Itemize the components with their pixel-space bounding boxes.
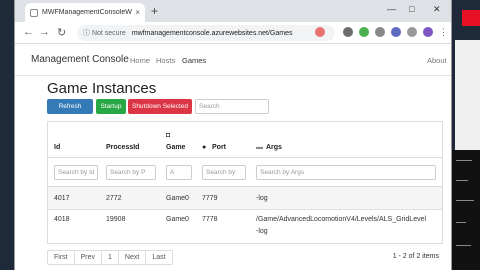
profile-avatar[interactable] — [423, 27, 433, 37]
pagination: First Prev 1 Next Last — [47, 250, 173, 265]
extension-icon[interactable] — [315, 27, 325, 37]
nav-games[interactable]: Games — [182, 56, 206, 65]
filter-args-input[interactable]: Search by Args — [256, 165, 436, 180]
nav-about[interactable]: About — [427, 56, 447, 65]
pager-next[interactable]: Next — [119, 251, 147, 264]
minimize-button[interactable]: — — [387, 4, 396, 14]
page-title: Game Instances — [47, 80, 157, 97]
brand-link[interactable]: Management Console — [31, 54, 129, 65]
pager-prev[interactable]: Prev — [75, 251, 103, 264]
extension-icon[interactable] — [391, 27, 401, 37]
table-row[interactable]: 4018 19908 Game0 7778 /Game/AdvancedLoco… — [48, 210, 442, 243]
browser-tab[interactable]: MWFManagementConsoleWebApp × — [25, 3, 145, 22]
main-content: Game Instances Refresh Startup Shutdown … — [15, 76, 451, 270]
forward-icon[interactable]: → — [39, 26, 50, 38]
shutdown-selected-button[interactable]: Shutdown Selected — [128, 99, 192, 114]
background-window — [455, 40, 480, 150]
cell-port: 7778 — [202, 216, 218, 223]
background-window-close[interactable] — [462, 10, 480, 26]
pager-info: 1 - 2 of 2 items — [392, 253, 439, 260]
browser-window: MWFManagementConsoleWebApp × + — □ ✕ ← →… — [14, 0, 452, 270]
extensions-puzzle-icon[interactable] — [407, 27, 417, 37]
search-input[interactable]: Search — [195, 99, 269, 114]
extension-icon[interactable] — [375, 27, 385, 37]
refresh-button[interactable]: Refresh — [47, 99, 93, 114]
nav-hosts[interactable]: Hosts — [156, 56, 175, 65]
maximize-button[interactable]: □ — [409, 4, 414, 14]
gamepad-icon: ◘ — [166, 132, 171, 139]
col-header-game[interactable]: Game — [166, 144, 185, 151]
new-tab-button[interactable]: + — [151, 4, 158, 18]
nav-home[interactable]: Home — [130, 56, 150, 65]
startup-button[interactable]: Startup — [96, 99, 126, 114]
col-header-args[interactable]: Args — [266, 144, 282, 151]
col-header-processid[interactable]: ProcessId — [106, 144, 139, 151]
filter-id-input[interactable]: Search by Id — [54, 165, 98, 180]
filter-row: Search by Id Search by P A Search by Sea… — [48, 158, 442, 187]
security-label: Not secure — [91, 29, 126, 37]
background-terminal — [452, 150, 480, 270]
pager-first[interactable]: First — [48, 251, 75, 264]
page-favicon-icon — [30, 8, 38, 17]
cell-args: /Game/AdvancedLocomotionV4/Levels/ALS_Gr… — [256, 216, 427, 223]
col-header-id[interactable]: Id — [54, 144, 60, 151]
filter-processid-input[interactable]: Search by P — [106, 165, 156, 180]
menu-kebab-icon[interactable]: ⋮ — [439, 27, 448, 38]
extension-icon[interactable] — [359, 27, 369, 37]
tab-close-icon[interactable]: × — [135, 8, 140, 17]
args-icon: ▬ — [256, 144, 263, 151]
app-navbar: Management Console Home Hosts Games Abou… — [15, 44, 451, 76]
cell-args: -log — [256, 195, 268, 202]
cell-game: Game0 — [166, 195, 189, 202]
cell-game: Game0 — [166, 216, 189, 223]
tab-strip: MWFManagementConsoleWebApp × + — □ ✕ — [15, 0, 451, 22]
url-text: mwfmanagementconsole.azurewebsites.net/G… — [131, 29, 293, 37]
table-row[interactable]: 4017 2772 Game0 7779 -log — [48, 187, 442, 210]
tab-title: MWFManagementConsoleWebApp — [42, 9, 132, 16]
cell-id: 4017 — [54, 195, 70, 202]
table-header-row: Id ProcessId ◘ Game ● Port ▬ Args — [48, 122, 442, 158]
filter-port-input[interactable]: Search by — [202, 165, 246, 180]
reload-icon[interactable]: ↻ — [57, 26, 66, 39]
back-icon[interactable]: ← — [23, 26, 34, 38]
port-icon: ● — [202, 144, 207, 151]
games-table: Id ProcessId ◘ Game ● Port ▬ Args Search… — [47, 121, 443, 244]
cell-processid: 19908 — [106, 216, 126, 223]
pager-last[interactable]: Last — [146, 251, 171, 264]
cell-processid: 2772 — [106, 195, 122, 202]
window-close-button[interactable]: ✕ — [433, 4, 441, 15]
info-icon: ⓘ — [83, 30, 90, 37]
extension-icon[interactable] — [343, 27, 353, 37]
cell-args-line2: -log — [256, 228, 268, 235]
address-bar[interactable]: ⓘ Not secure mwfmanagementconsole.azurew… — [77, 25, 335, 41]
cell-port: 7779 — [202, 195, 218, 202]
filter-game-select[interactable]: A — [166, 165, 192, 180]
col-header-port[interactable]: Port — [212, 144, 226, 151]
browser-toolbar: ← → ↻ ⓘ Not secure mwfmanagementconsole.… — [15, 22, 451, 44]
cell-id: 4018 — [54, 216, 70, 223]
pager-page-1[interactable]: 1 — [102, 251, 119, 264]
